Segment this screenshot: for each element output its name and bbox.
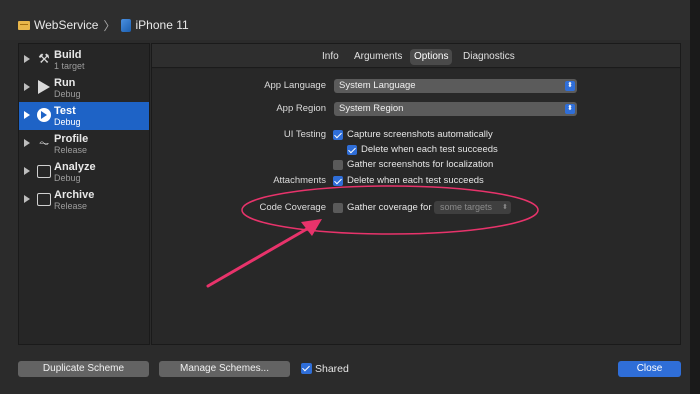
attachments-label: Attachments: [273, 175, 326, 186]
sidebar-item-sublabel: Debug: [54, 117, 81, 127]
gather-screenshots-checkbox[interactable]: [333, 160, 343, 170]
tab-diagnostics[interactable]: Diagnostics: [459, 49, 519, 65]
breadcrumb: WebService 〉 iPhone 11: [18, 16, 189, 34]
test-diamond-icon: [36, 107, 52, 123]
delete-when-succeed-checkbox[interactable]: [347, 145, 357, 155]
play-icon: [36, 79, 52, 95]
shared-checkbox[interactable]: [301, 363, 312, 374]
capture-screenshots-checkbox[interactable]: [333, 130, 343, 140]
gather-coverage-checkbox[interactable]: [333, 203, 343, 213]
sidebar-item-label: Profile: [54, 133, 89, 145]
scheme-action-sidebar: ⚒ Build 1 target Run Debug Test Debug ⏦ …: [18, 43, 150, 345]
stepper-chevrons-icon: ⬍: [565, 104, 575, 114]
ui-testing-label: UI Testing: [283, 129, 326, 140]
manage-schemes-button[interactable]: Manage Schemes...: [159, 361, 290, 377]
tab-bar: Info Arguments Options Diagnostics: [152, 44, 680, 68]
scheme-editor-window: WebService 〉 iPhone 11 ⚒ Build 1 target …: [0, 0, 700, 394]
capture-screenshots-text: Capture screenshots automatically: [347, 129, 493, 140]
disclosure-triangle-icon[interactable]: [24, 83, 30, 91]
disclosure-triangle-icon[interactable]: [24, 111, 30, 119]
disclosure-triangle-icon[interactable]: [24, 55, 30, 63]
sidebar-item-test[interactable]: Test Debug: [19, 102, 149, 130]
app-language-popup[interactable]: System Language ⬍: [334, 79, 577, 93]
shared-label: Shared: [315, 363, 349, 375]
breadcrumb-project[interactable]: WebService: [34, 18, 98, 32]
sidebar-item-archive[interactable]: Archive Release: [19, 186, 149, 214]
sidebar-item-analyze[interactable]: Analyze Debug: [19, 158, 149, 186]
window-edge: [690, 0, 700, 394]
sidebar-item-sublabel: Release: [54, 145, 88, 155]
sidebar-item-label: Build: [54, 49, 82, 61]
delete-when-succeed-text: Delete when each test succeeds: [361, 144, 498, 155]
sidebar-item-label: Test: [54, 105, 76, 117]
tab-info[interactable]: Info: [318, 49, 343, 65]
disclosure-triangle-icon[interactable]: [24, 195, 30, 203]
gather-screenshots-text: Gather screenshots for localization: [347, 159, 494, 170]
test-action-panel: Info Arguments Options Diagnostics App L…: [151, 43, 681, 345]
duplicate-scheme-button[interactable]: Duplicate Scheme: [18, 361, 149, 377]
archive-icon: [36, 191, 52, 207]
app-region-label: App Region: [276, 103, 326, 114]
app-region-value: System Region: [339, 103, 404, 114]
sidebar-item-label: Archive: [54, 189, 95, 201]
title-bar: WebService 〉 iPhone 11: [0, 0, 700, 40]
stepper-chevrons-icon: ⬍: [502, 204, 508, 211]
gather-coverage-text: Gather coverage for: [347, 202, 432, 213]
close-button[interactable]: Close: [618, 361, 681, 377]
sidebar-item-sublabel: Debug: [54, 173, 81, 183]
sidebar-item-sublabel: 1 target: [54, 61, 85, 71]
sidebar-item-profile[interactable]: ⏦ Profile Release: [19, 130, 149, 158]
chevron-right-icon: 〉: [103, 18, 116, 33]
options-content: App Language System Language ⬍ App Regio…: [152, 69, 680, 344]
project-folder-icon: [18, 20, 30, 30]
tab-options[interactable]: Options: [410, 49, 453, 65]
iphone-icon: [120, 18, 131, 32]
analyze-icon: [36, 163, 52, 179]
hammer-icon: ⚒: [38, 51, 50, 66]
attachments-delete-checkbox[interactable]: [333, 176, 343, 186]
disclosure-triangle-icon[interactable]: [24, 139, 30, 147]
disclosure-triangle-icon[interactable]: [24, 167, 30, 175]
attachments-delete-text: Delete when each test succeeds: [347, 175, 484, 186]
instruments-icon: ⏦: [38, 135, 50, 150]
app-language-label: App Language: [264, 80, 326, 91]
code-coverage-label: Code Coverage: [259, 202, 326, 213]
tab-arguments[interactable]: Arguments: [350, 49, 406, 65]
sidebar-item-sublabel: Release: [54, 201, 88, 211]
sidebar-item-run[interactable]: Run Debug: [19, 74, 149, 102]
app-region-popup[interactable]: System Region ⬍: [334, 102, 577, 116]
sidebar-item-build[interactable]: ⚒ Build 1 target: [19, 46, 149, 74]
sidebar-item-sublabel: Debug: [54, 89, 81, 99]
coverage-targets-popup[interactable]: some targets ⬍: [434, 201, 511, 214]
sidebar-item-label: Run: [54, 77, 76, 89]
coverage-targets-value: some targets: [440, 202, 493, 212]
sidebar-item-label: Analyze: [54, 161, 96, 173]
stepper-chevrons-icon: ⬍: [565, 81, 575, 91]
breadcrumb-device[interactable]: iPhone 11: [136, 18, 189, 32]
app-language-value: System Language: [339, 80, 416, 91]
